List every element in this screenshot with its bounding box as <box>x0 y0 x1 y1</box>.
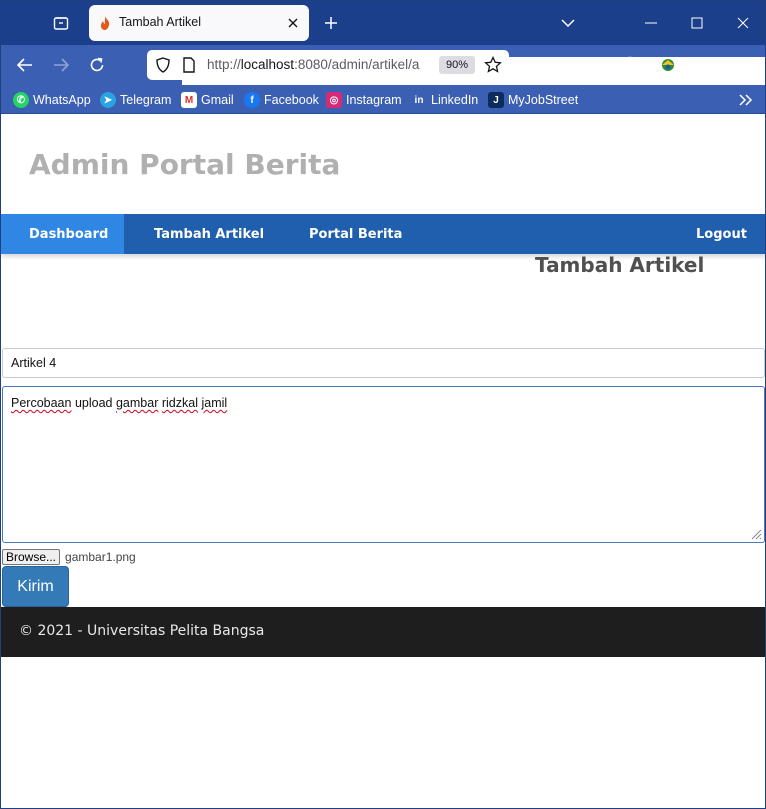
site-title: Admin Portal Berita <box>29 148 341 181</box>
site-nav: Dashboard Tambah Artikel Portal Berita L… <box>1 214 765 254</box>
web-page: Admin Portal Berita Dashboard Tambah Art… <box>1 114 765 808</box>
nav-dashboard[interactable]: Dashboard <box>1 214 124 254</box>
browse-button[interactable]: Browse... <box>2 549 61 565</box>
bookmark-facebook[interactable]: f Facebook <box>244 91 319 109</box>
new-tab-icon[interactable] <box>321 13 341 33</box>
judul-input[interactable]: Artikel 4 <box>2 348 765 378</box>
forward-icon[interactable] <box>49 53 73 77</box>
tab-bar: Tambah Artikel <box>1 1 765 45</box>
misspelled-word: jamil <box>201 396 228 410</box>
extensions-puzzle-icon[interactable] <box>695 53 719 77</box>
footer: © 2021 - Universitas Pelita Bangsa <box>1 607 765 657</box>
bookmark-whatsapp[interactable]: ✆ WhatsApp <box>13 91 91 109</box>
chevrons-right-icon[interactable] <box>737 91 755 109</box>
isi-textarea[interactable]: Percobaan upload gambar ridzkal jamil <box>2 386 765 543</box>
bookmarks-bar: ✆ WhatsApp ➤ Telegram M Gmail f Facebook… <box>1 85 765 114</box>
menu-icon[interactable] <box>730 53 754 77</box>
bookmark-gmail[interactable]: M Gmail <box>181 91 234 109</box>
resize-handle-icon[interactable] <box>750 528 762 540</box>
shield-icon[interactable] <box>155 57 171 78</box>
bookmark-telegram[interactable]: ➤ Telegram <box>100 91 171 109</box>
nav-toolbar: http://localhost:8080/admin/artikel/a 90… <box>1 45 765 753</box>
close-window-icon[interactable] <box>731 11 755 35</box>
footer-text: © 2021 - Universitas Pelita Bangsa <box>19 623 265 639</box>
url-text[interactable]: http://localhost:8080/admin/artikel/a <box>207 57 435 72</box>
instagram-icon: ◎ <box>326 92 342 108</box>
whatsapp-icon: ✆ <box>13 92 29 108</box>
facebook-icon: f <box>244 92 260 108</box>
nav-tambah-artikel[interactable]: Tambah Artikel <box>154 214 264 254</box>
browser-window: Tambah Artikel http://localhost:8080/adm… <box>0 0 766 809</box>
bookmark-instagram[interactable]: ◎ Instagram <box>326 91 402 109</box>
file-input: Browse... gambar1.png <box>2 549 136 565</box>
gmail-icon: M <box>181 92 197 108</box>
reload-icon[interactable] <box>85 53 109 77</box>
tab-list-icon[interactable] <box>49 11 73 35</box>
page-heading: Tambah Artikel <box>535 253 705 277</box>
bookmark-myjobstreet[interactable]: J MyJobStreet <box>488 91 578 109</box>
bookmark-star-icon[interactable] <box>484 55 502 79</box>
flame-icon <box>99 16 111 30</box>
nav-logout[interactable]: Logout <box>696 214 747 254</box>
word: upload <box>74 396 113 410</box>
pocket-icon[interactable] <box>546 53 570 77</box>
bookmark-linkedin[interactable]: in LinkedIn <box>411 91 479 109</box>
misspelled-word: Percobaan <box>11 396 72 410</box>
misspelled-word: gambar <box>115 396 159 410</box>
linkedin-icon: in <box>414 94 424 106</box>
chevron-down-icon[interactable] <box>558 13 578 33</box>
close-tab-icon[interactable] <box>285 15 301 31</box>
kirim-button[interactable]: Kirim <box>2 566 69 607</box>
nav-portal-berita[interactable]: Portal Berita <box>309 214 402 254</box>
tab-title: Tambah Artikel <box>119 15 201 29</box>
myjobstreet-icon: J <box>488 92 504 108</box>
telegram-icon: ➤ <box>100 92 116 108</box>
back-icon[interactable] <box>13 53 37 77</box>
misspelled-word: ridzkal <box>161 396 198 410</box>
extension-icon[interactable] <box>656 53 680 77</box>
minimize-icon[interactable] <box>639 11 663 35</box>
address-bar[interactable]: http://localhost:8080/admin/artikel/a 90… <box>147 50 765 753</box>
account-icon[interactable] <box>618 53 642 77</box>
maximize-icon[interactable] <box>685 11 709 35</box>
file-name: gambar1.png <box>65 550 136 564</box>
tab-tambah-artikel[interactable]: Tambah Artikel <box>89 5 309 41</box>
download-icon[interactable] <box>582 53 606 77</box>
zoom-level-badge[interactable]: 90% <box>439 56 475 74</box>
